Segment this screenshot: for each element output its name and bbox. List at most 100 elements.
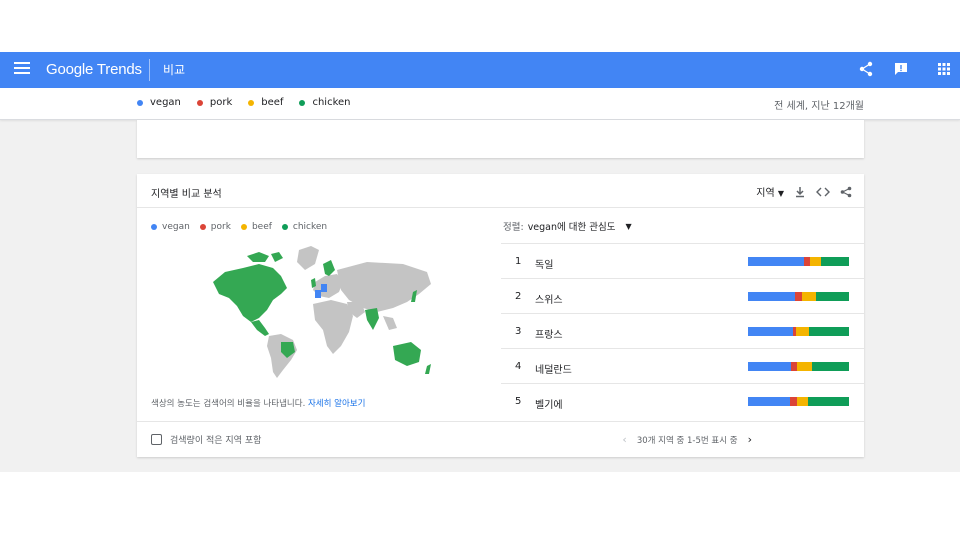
sort-control[interactable]: 정렬: vegan에 대한 관심도 ▼ xyxy=(503,219,632,234)
card-actions: 지역 ▼ xyxy=(756,184,852,199)
region-select-label: 지역 xyxy=(756,188,775,199)
map-south-america xyxy=(267,334,297,378)
pagination: ‹ 30개 지역 중 1-5번 표시 중 › xyxy=(622,433,752,446)
map-germany xyxy=(321,284,327,292)
share-bar xyxy=(748,327,849,336)
chicken-share-segment xyxy=(820,257,849,266)
chevron-right-icon[interactable]: › xyxy=(748,433,752,446)
region-select[interactable]: 지역 ▼ xyxy=(756,184,784,199)
legend-label: pork xyxy=(210,222,231,232)
map-north-america xyxy=(213,264,287,322)
map-scandinavia xyxy=(323,260,335,276)
vegan-dot-icon xyxy=(137,99,143,106)
dropdown-arrow-icon: ▼ xyxy=(625,221,632,231)
term-label: beef xyxy=(261,97,284,108)
beef-share-segment xyxy=(801,292,816,301)
page-title: 비교 xyxy=(163,63,186,77)
share-icon[interactable] xyxy=(840,186,852,198)
vegan-share-segment xyxy=(748,327,794,336)
beef-share-segment xyxy=(797,397,808,406)
app-bar: Google Trends 비교 xyxy=(0,52,960,88)
region-row[interactable]: 2 스위스 xyxy=(501,278,864,313)
region-row[interactable]: 1 독일 xyxy=(501,243,864,278)
map-new-zealand xyxy=(425,364,431,374)
download-icon[interactable] xyxy=(794,186,806,198)
rank-number: 2 xyxy=(515,291,522,302)
apps-icon[interactable] xyxy=(936,61,952,77)
google-trends-logo[interactable]: Google Trends xyxy=(46,61,142,78)
vegan-share-segment xyxy=(748,257,804,266)
share-bar xyxy=(748,292,849,301)
beef-dot-icon xyxy=(240,224,247,230)
legend-chicken: chicken xyxy=(281,222,328,232)
chicken-share-segment xyxy=(807,397,849,406)
region-name: 네덜란드 xyxy=(535,365,572,376)
card-footer: 검색량이 적은 지역 포함 ‹ 30개 지역 중 1-5번 표시 중 › xyxy=(137,421,864,457)
region-name: 독일 xyxy=(535,260,554,271)
chevron-left-icon[interactable]: ‹ xyxy=(622,433,626,446)
share-bar xyxy=(748,397,849,406)
beef-share-segment xyxy=(796,327,809,336)
vegan-dot-icon xyxy=(151,224,157,230)
term-chicken[interactable]: chicken xyxy=(299,97,351,108)
terms-bar: vegan pork beef chicken 전 세계, 지난 12개월 xyxy=(0,88,960,120)
chicken-dot-icon xyxy=(299,99,306,106)
pork-dot-icon xyxy=(199,224,206,230)
card-header: 지역별 비교 분석 지역 ▼ xyxy=(137,174,864,208)
map-india xyxy=(365,308,379,330)
term-vegan[interactable]: vegan xyxy=(137,97,181,108)
top-blank-area xyxy=(0,0,960,52)
legend-vegan: vegan xyxy=(151,222,190,232)
pork-share-segment xyxy=(790,397,798,406)
vegan-share-segment xyxy=(748,362,792,371)
vegan-share-segment xyxy=(748,397,791,406)
sort-label: 정렬: xyxy=(503,222,524,233)
rank-number: 1 xyxy=(515,256,522,267)
chicken-share-segment xyxy=(815,292,849,301)
share-bar xyxy=(748,257,849,266)
legend-label: chicken xyxy=(292,222,328,232)
term-beef[interactable]: beef xyxy=(248,97,283,108)
menu-icon[interactable] xyxy=(14,62,30,78)
checkbox-label: 검색량이 적은 지역 포함 xyxy=(170,436,262,446)
beef-dot-icon xyxy=(248,99,255,106)
checkbox-icon[interactable] xyxy=(151,434,162,445)
map-greenland xyxy=(297,246,319,270)
embed-icon[interactable] xyxy=(816,186,830,198)
term-label: chicken xyxy=(312,97,351,108)
scope-label[interactable]: 전 세계, 지난 12개월 xyxy=(774,97,864,112)
rank-number: 5 xyxy=(515,396,522,407)
map-central-america xyxy=(251,320,269,336)
region-row[interactable]: 4 네덜란드 xyxy=(501,348,864,383)
world-map[interactable] xyxy=(207,242,437,382)
term-label: pork xyxy=(209,97,233,108)
low-volume-checkbox[interactable]: 검색량이 적은 지역 포함 xyxy=(151,433,261,446)
region-row[interactable]: 3 프랑스 xyxy=(501,313,864,348)
learn-more-link[interactable]: 자세히 알아보기 xyxy=(308,399,365,409)
legend-beef: beef xyxy=(240,222,272,232)
region-name: 프랑스 xyxy=(535,330,563,341)
region-name: 스위스 xyxy=(535,295,563,306)
feedback-icon[interactable] xyxy=(893,61,909,77)
share-icon[interactable] xyxy=(858,61,874,77)
chicken-share-segment xyxy=(808,327,849,336)
regional-comparison-card: 지역별 비교 분석 지역 ▼ vegan pork beef chicken 색… xyxy=(137,174,864,457)
note-text: 색상의 농도는 검색어의 비율을 나타냅니다. xyxy=(151,399,306,409)
term-pork[interactable]: pork xyxy=(196,97,233,108)
beef-share-segment xyxy=(809,257,821,266)
chicken-dot-icon xyxy=(281,224,288,230)
map-australia xyxy=(393,342,421,366)
card-title: 지역별 비교 분석 xyxy=(151,189,222,200)
legend-label: vegan xyxy=(162,222,190,232)
map-note: 색상의 농도는 검색어의 비율을 나타냅니다. 자세히 알아보기 xyxy=(151,397,365,409)
appbar-divider xyxy=(149,59,150,81)
pork-dot-icon xyxy=(196,99,203,106)
interest-over-time-card xyxy=(137,120,864,158)
map-france xyxy=(315,290,321,298)
share-bar xyxy=(748,362,849,371)
term-label: vegan xyxy=(150,97,181,108)
map-legend: vegan pork beef chicken xyxy=(151,222,327,232)
region-row[interactable]: 5 벨기에 xyxy=(501,383,864,418)
rank-number: 4 xyxy=(515,361,522,372)
map-africa xyxy=(313,300,353,354)
